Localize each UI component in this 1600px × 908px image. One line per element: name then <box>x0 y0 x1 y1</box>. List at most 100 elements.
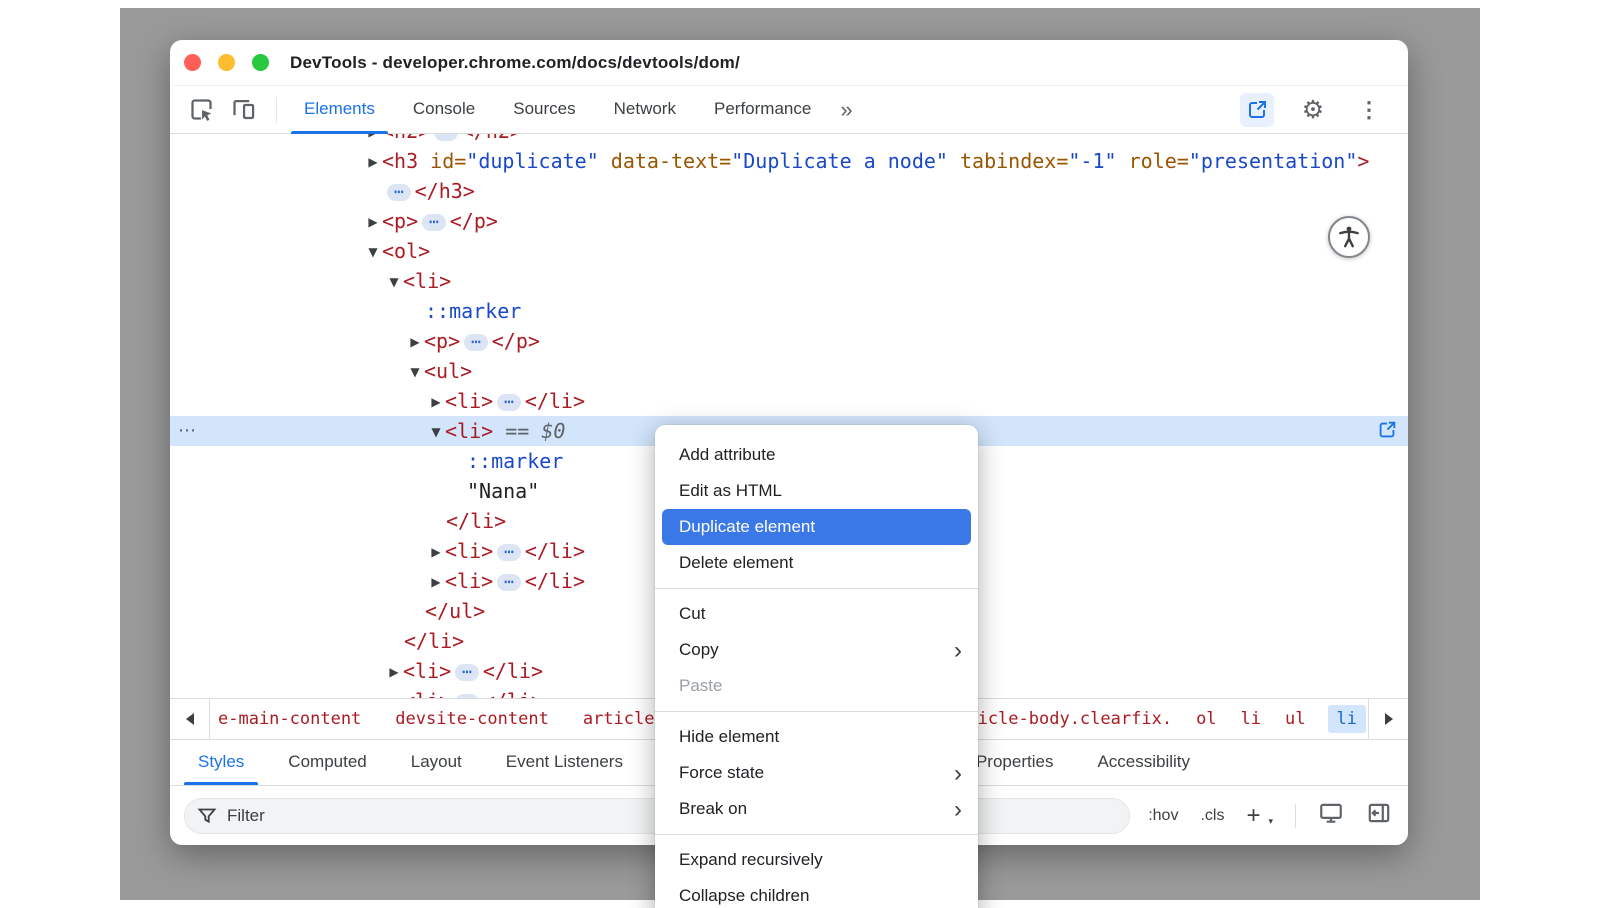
context-menu: Add attribute Edit as HTML Duplicate eleme… <box>655 425 978 908</box>
dom-tree-row[interactable]: ⋯</h3> <box>170 176 1408 206</box>
dom-tree-row[interactable]: ▼<li> <box>170 266 1408 296</box>
expand-arrow-icon[interactable]: ▶ <box>427 387 445 417</box>
menu-item-label: Delete element <box>679 553 793 572</box>
inline-ellipsis-button[interactable]: ⋯ <box>497 574 521 591</box>
menu-item-collapse-children[interactable]: Collapse children <box>655 878 978 908</box>
maximize-button[interactable] <box>252 54 269 71</box>
tab-styles[interactable]: Styles <box>176 740 266 785</box>
menu-item-label: Force state <box>679 763 764 782</box>
tab-elements[interactable]: Elements <box>285 86 394 134</box>
new-style-rule-button[interactable]: + <box>1246 804 1260 828</box>
breadcrumb-item-ul[interactable]: ul <box>1283 705 1307 733</box>
tab-accessibility[interactable]: Accessibility <box>1075 740 1212 785</box>
code-token: role= <box>1117 149 1189 173</box>
rendering-emulation-icon[interactable] <box>1318 800 1344 831</box>
menu-item-duplicate-element[interactable]: Duplicate element <box>662 509 971 545</box>
code-token: </li> <box>404 629 464 653</box>
dom-tree-row[interactable]: ▼<ul> <box>170 356 1408 386</box>
code-token: </h3> <box>415 179 475 203</box>
dom-tree-row[interactable]: ▶<h2>⋯</h2> <box>170 134 1408 146</box>
settings-gear-icon[interactable]: ⚙ <box>1296 93 1330 127</box>
duplicate-badge-icon[interactable] <box>1376 419 1400 443</box>
inline-ellipsis-button[interactable]: ⋯ <box>497 544 521 561</box>
toolbar-separator <box>276 97 277 123</box>
code-token: </li> <box>525 539 585 563</box>
code-token: <p> <box>382 209 418 233</box>
close-button[interactable] <box>184 54 201 71</box>
tab-network[interactable]: Network <box>595 86 695 134</box>
inline-ellipsis-button[interactable]: ⋯ <box>497 394 521 411</box>
expand-arrow-icon[interactable]: ▶ <box>364 147 382 177</box>
menu-item-add-attribute[interactable]: Add attribute <box>655 437 978 473</box>
breadcrumb-item-ol[interactable]: ol <box>1194 705 1218 733</box>
tab-sources[interactable]: Sources <box>494 86 594 134</box>
dom-tree-row[interactable]: ▶<p>⋯</p> <box>170 326 1408 356</box>
menu-item-delete-element[interactable]: Delete element <box>655 545 978 581</box>
collapse-arrow-icon[interactable]: ▼ <box>427 417 445 447</box>
submenu-chevron-icon: › <box>954 792 962 828</box>
code-token: "duplicate" <box>466 149 598 173</box>
inline-ellipsis-button[interactable]: ⋯ <box>387 184 411 201</box>
code-token: "Nana" <box>467 479 539 503</box>
breadcrumb-scroll-right-button[interactable] <box>1368 699 1408 739</box>
expand-arrow-icon[interactable]: ▶ <box>385 687 403 698</box>
row-menu-dots-icon[interactable]: ⋯ <box>178 416 197 446</box>
collapse-arrow-icon[interactable]: ▼ <box>364 237 382 267</box>
expand-arrow-icon[interactable]: ▶ <box>364 207 382 237</box>
collapse-arrow-icon[interactable]: ▼ <box>385 267 403 297</box>
minimize-button[interactable] <box>218 54 235 71</box>
menu-item-label: Hide element <box>679 727 779 746</box>
inline-ellipsis-button[interactable]: ⋯ <box>422 214 446 231</box>
dom-tree-row[interactable]: ▶<p>⋯</p> <box>170 206 1408 236</box>
inspect-element-icon[interactable] <box>184 93 218 127</box>
breadcrumb-item-article[interactable]: article <box>581 705 657 733</box>
sidebar-toggle-icon[interactable] <box>1366 800 1392 831</box>
inline-ellipsis-button[interactable]: ⋯ <box>455 664 479 681</box>
window-titlebar: DevTools - developer.chrome.com/docs/dev… <box>170 40 1408 86</box>
breadcrumb-scroll-left-button[interactable] <box>170 699 210 739</box>
menu-item-label: Duplicate element <box>679 517 815 536</box>
kebab-menu-icon[interactable]: ⋮ <box>1352 93 1386 127</box>
tab-performance[interactable]: Performance <box>695 86 830 134</box>
dom-tree-row[interactable]: ▶<li>⋯</li> <box>170 386 1408 416</box>
menu-item-label: Add attribute <box>679 445 775 464</box>
expand-arrow-icon[interactable]: ▶ <box>406 327 424 357</box>
menu-item-hide-element[interactable]: Hide element <box>655 719 978 755</box>
breadcrumb-item-devsite-content[interactable]: devsite-content <box>393 705 551 733</box>
menu-item-break-on[interactable]: Break on› <box>655 791 978 827</box>
inline-ellipsis-button[interactable]: ⋯ <box>434 134 458 141</box>
breadcrumb-item-li[interactable]: li <box>1328 705 1366 733</box>
breadcrumb-item-e-main-content[interactable]: e-main-content <box>216 705 363 733</box>
dom-tree-row[interactable]: ▶<h3 id="duplicate" data-text="Duplicate… <box>170 146 1408 176</box>
expand-arrow-icon[interactable]: ▶ <box>385 657 403 687</box>
menu-item-force-state[interactable]: Force state› <box>655 755 978 791</box>
dom-tree-row[interactable]: ::marker <box>170 296 1408 326</box>
menu-item-expand-recursively[interactable]: Expand recursively <box>655 842 978 878</box>
breadcrumb-item-li[interactable]: li <box>1239 705 1263 733</box>
expand-arrow-icon[interactable]: ▶ <box>427 567 445 597</box>
tab-console[interactable]: Console <box>394 86 494 134</box>
expand-arrow-icon[interactable]: ▶ <box>427 537 445 567</box>
code-token: <h2> <box>382 134 430 143</box>
inline-ellipsis-button[interactable]: ⋯ <box>464 334 488 351</box>
accessibility-person-icon[interactable] <box>1328 216 1370 258</box>
tab-computed[interactable]: Computed <box>266 740 388 785</box>
device-toolbar-icon[interactable] <box>226 93 260 127</box>
collapse-arrow-icon[interactable]: ▼ <box>406 357 424 387</box>
new-style-rule-caret-icon[interactable]: ▾ <box>1268 816 1273 827</box>
dom-tree-row[interactable]: ▼<ol> <box>170 236 1408 266</box>
code-token: $0 <box>541 419 565 443</box>
code-token: <li> <box>445 539 493 563</box>
code-token: </ul> <box>425 599 485 623</box>
menu-item-copy[interactable]: Copy› <box>655 632 978 668</box>
menu-item-paste: Paste <box>655 668 978 704</box>
duplicate-feature-icon[interactable] <box>1240 93 1274 127</box>
tab-layout[interactable]: Layout <box>389 740 484 785</box>
menu-item-cut[interactable]: Cut <box>655 596 978 632</box>
toggle-hover-state-button[interactable]: :hov <box>1148 807 1178 825</box>
menu-item-edit-as-html[interactable]: Edit as HTML <box>655 473 978 509</box>
tab-event-listeners[interactable]: Event Listeners <box>484 740 645 785</box>
toggle-classes-button[interactable]: .cls <box>1200 807 1224 825</box>
more-tabs-icon[interactable]: » <box>830 88 862 132</box>
code-token: <ol> <box>382 239 430 263</box>
